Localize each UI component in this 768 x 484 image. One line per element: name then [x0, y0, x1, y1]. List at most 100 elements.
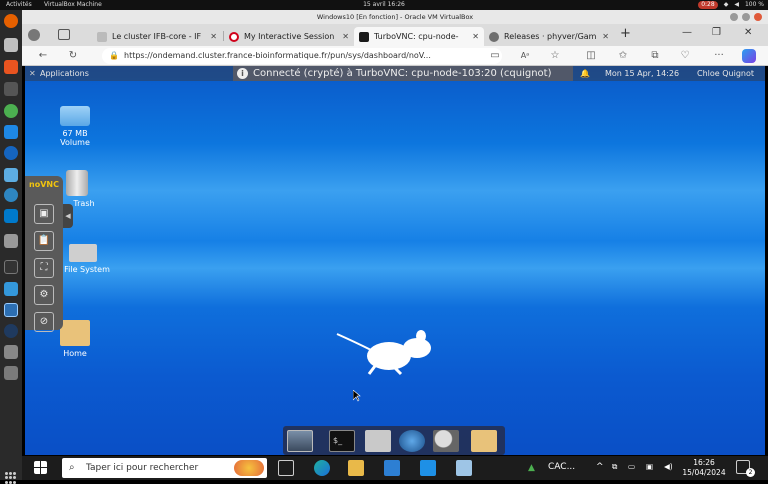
close-browser-icon[interactable]: ✕ [744, 27, 752, 38]
screenshot-icon[interactable] [4, 234, 18, 248]
disconnect-icon[interactable]: ⊘ [34, 312, 54, 332]
vnc-remote-desktop[interactable]: ✕ Applications 🔔 Mon 15 Apr, 14:26 Chloe… [25, 66, 765, 455]
novnc-logo: noVNC [29, 180, 59, 189]
search-icon: ⌕ [69, 462, 75, 473]
system-clock[interactable]: 15 avril 16:26 [0, 0, 768, 10]
applications-menu[interactable]: Applications [40, 66, 89, 81]
thunderbird-icon[interactable] [4, 146, 18, 160]
icon-label: Volume [60, 138, 90, 147]
close-window-button[interactable] [754, 13, 762, 21]
tray-app-icon[interactable]: ▭ [628, 462, 635, 471]
remote-desktop-icon[interactable] [4, 168, 18, 182]
show-apps-icon[interactable] [5, 472, 17, 484]
window-title: Windows10 [En fonction] - Oracle VM Virt… [316, 13, 474, 21]
firefox-icon[interactable] [4, 14, 18, 28]
panel-clock[interactable]: Mon 15 Apr, 14:26 [605, 66, 679, 81]
search-highlight-icon [234, 460, 264, 476]
web-browser-icon[interactable] [399, 430, 425, 452]
read-aloud-icon[interactable]: Aᵃ [518, 49, 532, 63]
minimize-browser-icon[interactable]: — [682, 27, 692, 38]
profile-avatar-icon[interactable] [28, 29, 40, 41]
edge-icon[interactable] [314, 460, 330, 476]
task-view-icon[interactable] [278, 460, 294, 476]
tab-interactive-session[interactable]: My Interactive Session ✕ [224, 27, 354, 46]
drive-icon [60, 106, 90, 126]
system-tray[interactable]: 0:28 ◆ ◀ 100 % [698, 0, 764, 10]
close-tab-icon[interactable]: ✕ [210, 27, 217, 46]
app-finder-icon[interactable] [433, 430, 459, 452]
tab-turbovnc[interactable]: TurboVNC: cpu-node- ✕ [354, 27, 484, 46]
files-icon[interactable] [4, 38, 18, 52]
browser-icon[interactable] [4, 188, 18, 202]
folder-icon[interactable] [471, 430, 497, 452]
file-explorer-icon[interactable] [348, 460, 364, 476]
collections-icon[interactable]: ⧉ [648, 49, 662, 63]
taskbar-date[interactable]: 15/04/2024 [682, 468, 726, 477]
terminal-icon[interactable] [4, 82, 18, 96]
terminal-icon[interactable]: $_ [329, 430, 355, 452]
novnc-collapse-handle[interactable]: ◀ [63, 204, 73, 228]
tab-ifb-cluster[interactable]: Le cluster IFB-core - IF ✕ [92, 27, 222, 46]
file-manager-icon[interactable] [365, 430, 391, 452]
address-bar[interactable]: 🔒 https://ondemand.cluster.france-bioinf… [102, 48, 502, 64]
telegram-icon[interactable] [4, 125, 18, 139]
weather-widget[interactable]: CAC... [548, 462, 575, 472]
taskbar-search-box[interactable]: ⌕ Taper ici pour rechercher [62, 458, 267, 478]
favorite-star-icon[interactable]: ☆ [548, 49, 562, 63]
maximize-window-button[interactable] [742, 13, 750, 21]
software-center-icon[interactable] [4, 60, 18, 74]
minimize-window-button[interactable] [730, 13, 738, 21]
close-tab-icon[interactable]: ✕ [342, 27, 349, 46]
network-manager-icon[interactable] [4, 324, 18, 338]
drive-icon[interactable] [4, 345, 18, 359]
virtualbox-taskbar-icon[interactable] [456, 460, 472, 476]
store-icon[interactable] [384, 460, 400, 476]
xfce-dock: $_ [283, 426, 505, 455]
close-tab-icon[interactable]: ✕ [602, 27, 609, 46]
taskbar-time[interactable]: 16:26 [686, 458, 722, 467]
favorites-icon[interactable]: ✩ [616, 49, 630, 63]
new-tab-button[interactable]: + [620, 26, 631, 41]
lock-icon: 🔒 [109, 51, 119, 60]
tab-label: My Interactive Session [244, 32, 335, 41]
restore-browser-icon[interactable]: ❐ [712, 27, 721, 38]
back-icon[interactable]: ← [36, 49, 50, 63]
display-icon[interactable]: ▣ [34, 204, 54, 224]
show-desktop-icon[interactable] [287, 430, 313, 452]
mouse-cursor-icon [353, 390, 361, 402]
browser-essentials-icon[interactable]: ♡ [678, 49, 692, 63]
notification-bell-icon[interactable]: 🔔 [580, 66, 590, 81]
update-icon[interactable] [4, 104, 18, 118]
browser-tab-strip: Le cluster IFB-core - IF ✕ My Interactiv… [22, 24, 768, 46]
volume-icon[interactable]: ◀) [664, 462, 673, 471]
connection-status: Connecté (crypté) à TurboVNC: cpu-node-1… [253, 68, 552, 79]
split-screen-icon[interactable]: ◫ [584, 49, 598, 63]
tray-expand-icon[interactable]: ^ [596, 462, 604, 472]
meet-now-icon[interactable]: ⧉ [612, 462, 617, 472]
app-icon[interactable] [4, 260, 18, 274]
fullscreen-icon[interactable]: ⛶ [34, 258, 54, 278]
panel-user[interactable]: Chloe Quignot [697, 66, 754, 81]
document-icon[interactable] [4, 282, 18, 296]
usb-drive-icon[interactable] [4, 366, 18, 380]
refresh-icon[interactable]: ↻ [66, 49, 80, 63]
xfce-mouse-logo [336, 330, 431, 376]
clipboard-icon[interactable]: 📋 [34, 231, 54, 251]
immersive-reader-icon[interactable]: ▭ [488, 49, 502, 63]
notification-count-badge: 2 [746, 468, 755, 477]
network-icon[interactable]: ▣ [646, 462, 653, 471]
vscode-icon[interactable] [4, 209, 18, 223]
icon-label: Home [63, 349, 87, 358]
mail-icon[interactable] [420, 460, 436, 476]
windows-start-icon[interactable] [34, 461, 47, 474]
vnc-icon [359, 32, 369, 42]
settings-gear-icon[interactable]: ⚙ [34, 285, 54, 305]
tab-actions-icon[interactable] [58, 29, 70, 40]
desktop-icon-volume[interactable]: 67 MB Volume [45, 102, 105, 147]
more-options-icon[interactable]: ··· [712, 49, 726, 63]
close-tab-icon[interactable]: ✕ [472, 27, 479, 46]
virtualbox-title-bar: Windows10 [En fonction] - Oracle VM Virt… [22, 10, 768, 24]
tab-github-releases[interactable]: Releases · phyver/Gam ✕ [484, 27, 614, 46]
copilot-icon[interactable] [742, 49, 756, 63]
virtualbox-icon[interactable] [4, 303, 18, 317]
